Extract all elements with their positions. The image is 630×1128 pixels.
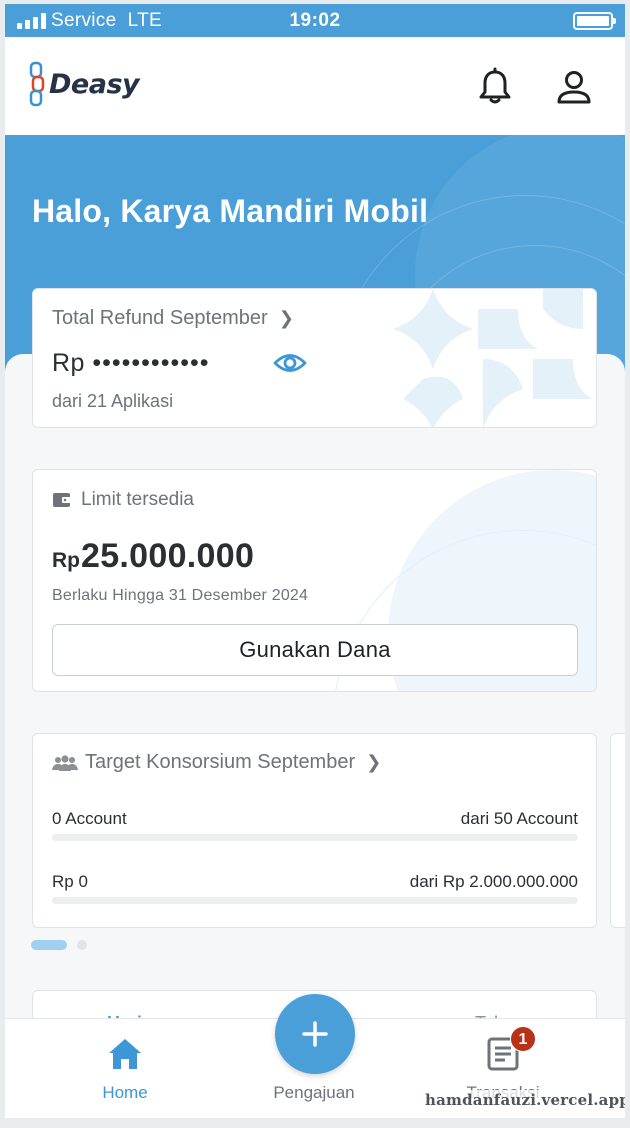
greeting-title: Halo, Karya Mandiri Mobil: [32, 193, 429, 229]
limit-card: Limit tersedia Rp 25.000.000 Berlaku Hin…: [32, 469, 597, 692]
status-bar: Service LTE 19:02: [5, 4, 625, 37]
notification-badge: 1: [510, 1026, 536, 1052]
home-icon: [109, 1039, 141, 1069]
chevron-right-icon: ❯: [366, 752, 382, 772]
limit-validity: Berlaku Hingga 31 Desember 2024: [52, 587, 309, 604]
amount-progress-bar: [52, 897, 578, 904]
amount-current: Rp 0: [52, 872, 88, 891]
bell-icon[interactable]: [475, 67, 515, 107]
chain-logo-icon: [29, 61, 45, 107]
plus-icon: [302, 1021, 328, 1047]
clock: 19:02: [289, 10, 341, 31]
accounts-target: dari 50 Account: [460, 809, 578, 828]
carousel-dot-active[interactable]: [31, 940, 67, 950]
nav-home[interactable]: Home: [55, 1019, 195, 1118]
app-screen: Service LTE 19:02 Deasy Halo, Karya Mand…: [5, 4, 625, 1118]
limit-currency: Rp: [52, 549, 80, 572]
use-funds-button[interactable]: Gunakan Dana: [52, 624, 578, 676]
eye-icon[interactable]: [273, 350, 307, 376]
battery-icon: [573, 12, 616, 30]
carousel-dot[interactable]: [77, 940, 87, 950]
accounts-current: 0 Account: [52, 809, 127, 828]
accounts-progress-bar: [52, 834, 578, 841]
nav-submission-label: Pengajuan: [273, 1083, 355, 1102]
deasy-logo: Deasy: [29, 61, 140, 111]
next-card-peek[interactable]: [610, 733, 625, 928]
limit-amount: 25.000.000: [81, 537, 255, 575]
profile-icon[interactable]: [554, 67, 594, 107]
wallet-icon: [53, 493, 71, 507]
watermark: hamdanfauzi.vercel.app: [423, 1090, 625, 1110]
group-icon: [52, 755, 78, 771]
total-refund-card[interactable]: Total Refund September ❯ Rp ••••••••••••…: [32, 288, 597, 428]
pattern-decoration: [393, 289, 593, 427]
limit-title: Limit tersedia: [81, 489, 194, 510]
add-submission-button[interactable]: [275, 994, 355, 1074]
app-header: Deasy: [5, 37, 625, 135]
amount-target: dari Rp 2.000.000.000: [409, 872, 578, 891]
amount-row: Rp 0 dari Rp 2.000.000.000: [52, 872, 578, 892]
logo-text: Deasy: [49, 69, 140, 100]
nav-home-label: Home: [102, 1083, 148, 1102]
target-consortium-card[interactable]: Target Konsorsium September ❯ 0 Account …: [32, 733, 597, 928]
refund-title: Total Refund September ❯: [52, 307, 294, 329]
chevron-right-icon: ❯: [278, 308, 294, 328]
refund-amount: Rp ••••••••••••: [52, 349, 210, 377]
accounts-row: 0 Account dari 50 Account: [52, 809, 578, 829]
target-title: Target Konsorsium September ❯: [85, 751, 382, 773]
masked-amount: ••••••••••••: [92, 349, 210, 377]
refund-subtitle: dari 21 Aplikasi: [52, 391, 174, 411]
